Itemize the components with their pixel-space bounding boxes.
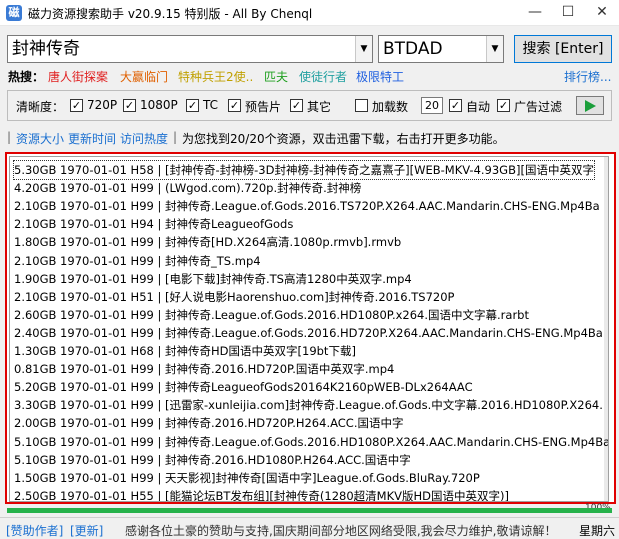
hot-item[interactable]: 唐人街探案 <box>48 68 108 85</box>
checkbox-other-label: 其它 <box>307 100 332 114</box>
result-row[interactable]: 1.50GB 1970-01-01 H99 | 天天影视]封神传奇[国语中字]L… <box>14 469 480 487</box>
progress-fill <box>7 508 612 513</box>
donate-link[interactable]: [赞助作者] <box>6 522 63 539</box>
minimize-button[interactable]: — <box>518 0 552 26</box>
title-bar: 磁 磁力资源搜索助手 v20.9.15 特别版 - All By Chenql … <box>0 0 619 26</box>
result-row[interactable]: 2.10GB 1970-01-01 H94 | 封神传奇LeagueofGods <box>14 215 293 233</box>
result-row[interactable]: 5.10GB 1970-01-01 H99 | 封神传奇.2016.HD1080… <box>14 451 411 469</box>
engine-select[interactable]: BTDAD ▼ <box>378 35 504 63</box>
chevron-down-icon[interactable]: ▼ <box>486 36 503 62</box>
result-row[interactable]: 5.10GB 1970-01-01 H99 | 封神传奇.League.of.G… <box>14 433 608 451</box>
checkbox-720p-label: 720P <box>87 98 118 112</box>
sort-by-size-link[interactable]: 资源大小 <box>16 130 64 147</box>
info-separator: | <box>7 130 12 144</box>
search-history-dropdown-icon[interactable]: ▼ <box>355 36 372 62</box>
checkbox-1080p[interactable]: ✓ <box>123 99 136 112</box>
result-row[interactable]: 0.81GB 1970-01-01 H99 | 封神传奇.2016.HD720P… <box>14 360 394 378</box>
result-row[interactable]: 2.40GB 1970-01-01 H99 | 封神传奇.League.of.G… <box>14 324 603 342</box>
sort-by-time-link[interactable]: 更新时间 <box>68 130 116 147</box>
load-count-label: 加载数 <box>372 100 409 114</box>
checkbox-trailer-label: 预告片 <box>245 100 282 114</box>
ranking-link[interactable]: 排行榜... <box>564 68 611 85</box>
results-highlight-box: 5.30GB 1970-01-01 H58 | [封神传奇-封神榜-3D封神榜-… <box>5 152 616 504</box>
filter-panel: 清晰度： ✓ 720P ✓ 1080P ✓ TC ✓ 预告片 ✓ 其它 加载数 … <box>7 90 612 121</box>
result-row[interactable]: 2.10GB 1970-01-01 H99 | 封神传奇.League.of.G… <box>14 197 600 215</box>
result-row[interactable]: 4.20GB 1970-01-01 H99 | (LWgod.com).720p… <box>14 179 361 197</box>
result-message: 为您找到20/20个资源，双击迅雷下载，右击打开更多功能。 <box>182 132 505 146</box>
checkbox-auto[interactable]: ✓ <box>449 99 462 112</box>
play-icon <box>585 100 596 112</box>
result-row[interactable]: 5.20GB 1970-01-01 H99 | 封神传奇LeagueofGods… <box>14 378 473 396</box>
hot-search-bar: 热搜： 唐人街探案 大赢临门 特种兵王2使.. 匹夫 使徒行者 极限特工 排行榜… <box>8 68 612 86</box>
checkbox-720p[interactable]: ✓ <box>70 99 83 112</box>
result-row[interactable]: 2.00GB 1970-01-01 H99 | 封神传奇.2016.HD720P… <box>14 414 403 432</box>
close-button[interactable]: ✕ <box>585 0 619 26</box>
checkbox-other[interactable]: ✓ <box>290 99 303 112</box>
checkbox-ad-filter-label: 广告过滤 <box>514 100 563 114</box>
engine-selected-value: BTDAD <box>383 39 443 59</box>
hot-item[interactable]: 大赢临门 <box>120 68 168 85</box>
result-row[interactable]: 2.10GB 1970-01-01 H51 | [好人说电影Haorenshuo… <box>14 288 454 306</box>
results-list[interactable]: 5.30GB 1970-01-01 H58 | [封神传奇-封神榜-3D封神榜-… <box>9 156 609 502</box>
update-link[interactable]: [更新] <box>70 522 103 539</box>
result-row[interactable]: 1.30GB 1970-01-01 H68 | 封神传奇HD国语中英双字[19b… <box>14 342 356 360</box>
result-row[interactable]: 1.80GB 1970-01-01 H99 | 封神传奇[HD.X264高清.1… <box>14 233 401 251</box>
info-separator: | <box>173 130 178 144</box>
hot-item[interactable]: 使徒行者 <box>299 68 347 85</box>
checkbox-load-count[interactable] <box>355 99 368 112</box>
hot-item[interactable]: 特种兵王2使.. <box>178 68 253 85</box>
hot-item[interactable]: 极限特工 <box>356 68 404 85</box>
search-query-text: 封神传奇 <box>12 39 80 59</box>
progress-bar <box>7 508 612 513</box>
hot-item[interactable]: 匹夫 <box>264 68 288 85</box>
result-row[interactable]: 3.30GB 1970-01-01 H99 | [迅雷家-xunleijia.c… <box>14 396 603 414</box>
checkbox-1080p-label: 1080P <box>140 98 178 112</box>
result-row[interactable]: 2.50GB 1970-01-01 H55 | [能猫论坛BT发布组][封神传奇… <box>14 487 509 501</box>
result-row[interactable]: 5.30GB 1970-01-01 H58 | [封神传奇-封神榜-3D封神榜-… <box>13 160 595 180</box>
clarity-label: 清晰度： <box>16 100 65 114</box>
start-button[interactable] <box>576 96 604 115</box>
result-info-bar: | 资源大小 更新时间 访问热度 | 为您找到20/20个资源，双击迅雷下载，右… <box>7 128 612 148</box>
maximize-button[interactable]: ☐ <box>551 0 585 26</box>
checkbox-tc-label: TC <box>203 98 219 112</box>
weekday-label: 星期六 <box>579 524 616 538</box>
status-message: 感谢各位土豪的赞助与支持,国庆期间部分地区网络受限,我会尽力维护,敬请谅解！ <box>125 524 557 538</box>
status-bar: [赞助作者] [更新] 感谢各位土豪的赞助与支持,国庆期间部分地区网络受限,我会… <box>0 517 619 539</box>
checkbox-auto-label: 自动 <box>466 100 491 114</box>
checkbox-trailer[interactable]: ✓ <box>228 99 241 112</box>
search-input[interactable]: 封神传奇 ▼ <box>7 35 373 63</box>
hot-search-label: 热搜： <box>8 70 45 84</box>
result-row[interactable]: 2.10GB 1970-01-01 H99 | 封神传奇_TS.mp4 <box>14 252 261 270</box>
result-row[interactable]: 1.90GB 1970-01-01 H99 | [电影下载]封神传奇.TS高清1… <box>14 270 412 288</box>
result-row[interactable]: 2.60GB 1970-01-01 H99 | 封神传奇.League.of.G… <box>14 306 529 324</box>
load-count-input[interactable]: 20 <box>421 97 443 114</box>
app-logo-icon: 磁 <box>6 5 22 21</box>
checkbox-ad-filter[interactable]: ✓ <box>497 99 510 112</box>
search-button[interactable]: 搜索 [Enter] <box>514 35 612 63</box>
sort-by-popularity-link[interactable]: 访问热度 <box>120 130 168 147</box>
checkbox-tc[interactable]: ✓ <box>186 99 199 112</box>
window-title: 磁力资源搜索助手 v20.9.15 特别版 - All By Chenql <box>28 7 313 21</box>
